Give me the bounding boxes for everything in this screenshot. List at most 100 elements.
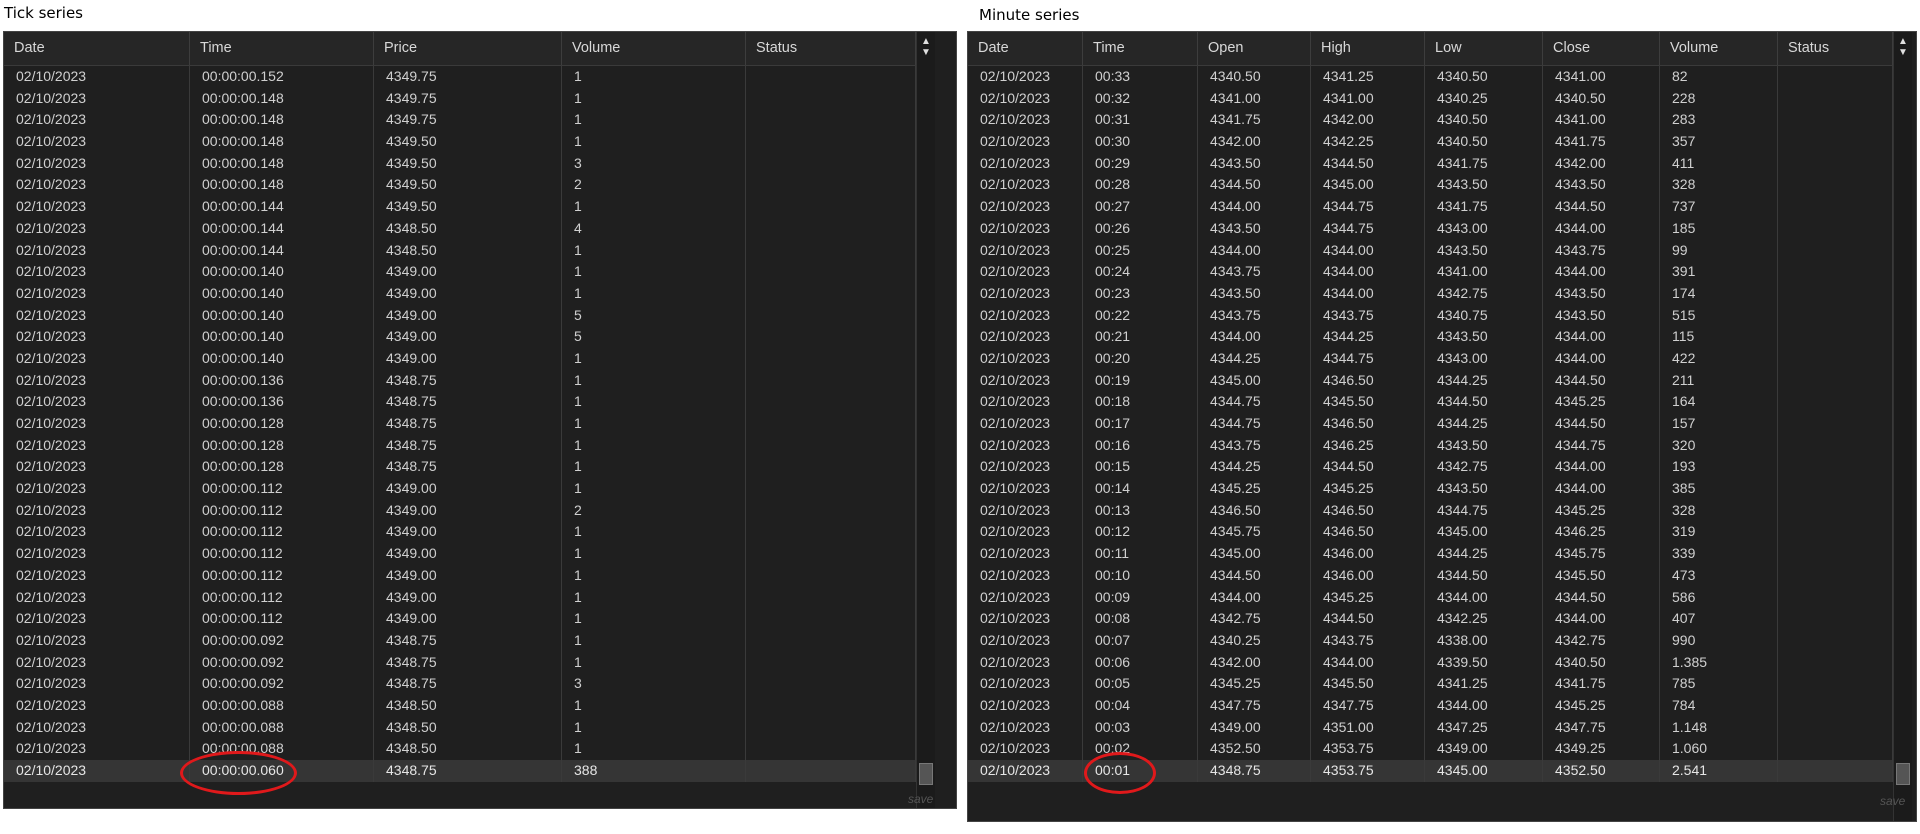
table-row[interactable]: 02/10/2023 00:00:00.148 4349.50 1	[4, 131, 916, 153]
column-header-low[interactable]: Low	[1425, 32, 1543, 65]
table-row[interactable]: 02/10/2023 00:00:00.088 4348.50 1	[4, 716, 916, 739]
cell-date: 02/10/2023	[968, 651, 1083, 674]
cell-time: 00:00:00.140	[190, 282, 374, 305]
table-row[interactable]: 02/10/2023 00:10 4344.50 4346.00 4344.50 4345…	[968, 564, 1893, 587]
table-row[interactable]: 02/10/2023 00:13 4346.50 4346.50 4344.75 4345…	[968, 499, 1893, 522]
table-row[interactable]: 02/10/2023 00:00:00.144 4349.50 1	[4, 196, 916, 218]
table-row[interactable]: 02/10/2023 00:04 4347.75 4347.75 4344.00 4345…	[968, 694, 1893, 717]
scroll-up-down-icon[interactable]: ▲ ▼	[1894, 36, 1912, 58]
minute-vertical-scrollbar[interactable]: ▲ ▼	[1893, 32, 1912, 821]
table-row[interactable]: 02/10/2023 00:00:00.140 4349.00 1	[4, 347, 916, 370]
cell-date: 02/10/2023	[968, 174, 1083, 197]
table-row[interactable]: 02/10/2023 00:00:00.148 4349.75 1	[4, 109, 916, 132]
minute-scroll-thumb[interactable]	[1896, 763, 1910, 785]
table-row[interactable]: 02/10/2023 00:00:00.136 4348.75 1	[4, 369, 916, 392]
column-header-date[interactable]: Date	[968, 32, 1083, 65]
table-row[interactable]: 02/10/2023 00:18 4344.75 4345.50 4344.50 4345…	[968, 391, 1893, 413]
table-row[interactable]: 02/10/2023 00:00:00.088 4348.50 1	[4, 738, 916, 760]
column-header-date[interactable]: Date	[4, 32, 190, 65]
column-header-volume[interactable]: Volume	[562, 32, 746, 65]
table-row[interactable]: 02/10/2023 00:32 4341.00 4341.00 4340.25 4340…	[968, 87, 1893, 110]
cell-status	[1778, 673, 1893, 695]
table-row[interactable]: 02/10/2023 00:00:00.112 4349.00 1	[4, 564, 916, 587]
minute-series-grid[interactable]: Date Time Open High Low Close Volume Status 02/…	[967, 31, 1917, 822]
table-row[interactable]: 02/10/2023 00:22 4343.75 4343.75 4340.75 4343…	[968, 304, 1893, 327]
cell-volume: 1	[562, 564, 746, 587]
table-row[interactable]: 02/10/2023 00:14 4345.25 4345.25 4343.50 4344…	[968, 478, 1893, 500]
table-row[interactable]: 02/10/2023 00:19 4345.00 4346.50 4344.25 4344…	[968, 369, 1893, 392]
column-header-high[interactable]: High	[1311, 32, 1425, 65]
table-row[interactable]: 02/10/2023 00:27 4344.00 4344.75 4341.75 4344…	[968, 196, 1893, 218]
table-row[interactable]: 02/10/2023 00:00:00.148 4349.50 2	[4, 174, 916, 197]
table-row[interactable]: 02/10/2023 00:00:00.128 4348.75 1	[4, 434, 916, 457]
table-row[interactable]: 02/10/2023 00:06 4342.00 4344.00 4339.50 4340…	[968, 651, 1893, 674]
column-header-volume[interactable]: Volume	[1660, 32, 1778, 65]
table-row[interactable]: 02/10/2023 00:00:00.152 4349.75 1	[4, 66, 916, 88]
table-row[interactable]: 02/10/2023 00:00:00.112 4349.00 1	[4, 478, 916, 500]
table-row[interactable]: 02/10/2023 00:29 4343.50 4344.50 4341.75 4342…	[968, 152, 1893, 175]
table-row[interactable]: 02/10/2023 00:00:00.140 4349.00 1	[4, 261, 916, 283]
cell-date: 02/10/2023	[968, 217, 1083, 240]
cell-time: 00:09	[1083, 586, 1198, 609]
table-row[interactable]: 02/10/2023 00:24 4343.75 4344.00 4341.00 4344…	[968, 261, 1893, 283]
table-row[interactable]: 02/10/2023 00:07 4340.25 4343.75 4338.00 4342…	[968, 629, 1893, 652]
table-row[interactable]: 02/10/2023 00:28 4344.50 4345.00 4343.50 4343…	[968, 174, 1893, 197]
column-header-time[interactable]: Time	[1083, 32, 1198, 65]
table-row[interactable]: 02/10/2023 00:17 4344.75 4346.50 4344.25 4344…	[968, 413, 1893, 435]
table-row[interactable]: 02/10/2023 00:00:00.128 4348.75 1	[4, 456, 916, 479]
table-row[interactable]: 02/10/2023 00:00:00.148 4349.75 1	[4, 87, 916, 110]
table-row[interactable]: 02/10/2023 00:09 4344.00 4345.25 4344.00 4344…	[968, 586, 1893, 609]
table-row[interactable]: 02/10/2023 00:03 4349.00 4351.00 4347.25 4347…	[968, 716, 1893, 739]
table-row[interactable]: 02/10/2023 00:00:00.140 4349.00 5	[4, 304, 916, 327]
table-row[interactable]: 02/10/2023 00:00:00.092 4348.75 3	[4, 673, 916, 695]
tick-series-grid[interactable]: Date Time Price Volume Status 02/10/2023 00:0…	[3, 31, 957, 809]
table-row[interactable]: 02/10/2023 00:00:00.148 4349.50 3	[4, 152, 916, 175]
column-header-open[interactable]: Open	[1198, 32, 1311, 65]
table-row[interactable]: 02/10/2023 00:05 4345.25 4345.50 4341.25 4341…	[968, 673, 1893, 695]
cell-status	[1778, 66, 1893, 88]
cell-low: 4344.00	[1425, 586, 1543, 609]
column-header-close[interactable]: Close	[1543, 32, 1660, 65]
table-row[interactable]: 02/10/2023 00:00:00.112 4349.00 1	[4, 608, 916, 630]
cell-open: 4342.00	[1198, 131, 1311, 153]
table-row[interactable]: 02/10/2023 00:00:00.112 4349.00 1	[4, 521, 916, 544]
table-row[interactable]: 02/10/2023 00:00:00.092 4348.75 1	[4, 629, 916, 652]
minute-save-label[interactable]: save	[1880, 794, 1905, 808]
table-row[interactable]: 02/10/2023 00:00:00.144 4348.50 4	[4, 217, 916, 240]
tick-vertical-scrollbar[interactable]: ▲ ▼	[916, 32, 935, 808]
table-row[interactable]: 02/10/2023 00:15 4344.25 4344.50 4342.75 4344…	[968, 456, 1893, 479]
column-header-time[interactable]: Time	[190, 32, 374, 65]
table-row[interactable]: 02/10/2023 00:12 4345.75 4346.50 4345.00 4346…	[968, 521, 1893, 544]
table-row[interactable]: 02/10/2023 00:08 4342.75 4344.50 4342.25 4344…	[968, 608, 1893, 630]
table-row[interactable]: 02/10/2023 00:00:00.112 4349.00 1	[4, 543, 916, 565]
tick-save-label[interactable]: save	[908, 792, 933, 806]
column-header-status[interactable]: Status	[746, 32, 916, 65]
table-row[interactable]: 02/10/2023 00:21 4344.00 4344.25 4343.50 4344…	[968, 326, 1893, 348]
table-row[interactable]: 02/10/2023 00:26 4343.50 4344.75 4343.00 4344…	[968, 217, 1893, 240]
table-row[interactable]: 02/10/2023 00:00:00.136 4348.75 1	[4, 391, 916, 413]
column-header-status[interactable]: Status	[1778, 32, 1893, 65]
table-row[interactable]: 02/10/2023 00:00:00.140 4349.00 5	[4, 326, 916, 348]
table-row[interactable]: 02/10/2023 00:00:00.144 4348.50 1	[4, 239, 916, 262]
table-row[interactable]: 02/10/2023 00:00:00.088 4348.50 1	[4, 694, 916, 717]
tick-scroll-thumb[interactable]	[919, 763, 933, 785]
table-row[interactable]: 02/10/2023 00:00:00.112 4349.00 2	[4, 499, 916, 522]
table-row[interactable]: 02/10/2023 00:30 4342.00 4342.25 4340.50 4341…	[968, 131, 1893, 153]
table-row[interactable]: 02/10/2023 00:25 4344.00 4344.00 4343.50 4343…	[968, 239, 1893, 262]
cell-status	[746, 261, 916, 283]
table-row[interactable]: 02/10/2023 00:16 4343.75 4346.25 4343.50 4344…	[968, 434, 1893, 457]
cell-open: 4341.00	[1198, 87, 1311, 110]
table-row[interactable]: 02/10/2023 00:33 4340.50 4341.25 4340.50 4341…	[968, 66, 1893, 88]
table-row[interactable]: 02/10/2023 00:00:00.128 4348.75 1	[4, 413, 916, 435]
table-row[interactable]: 02/10/2023 00:00:00.140 4349.00 1	[4, 282, 916, 305]
table-row[interactable]: 02/10/2023 00:00:00.092 4348.75 1	[4, 651, 916, 674]
cell-status	[746, 564, 916, 587]
table-row[interactable]: 02/10/2023 00:31 4341.75 4342.00 4340.50 4341…	[968, 109, 1893, 132]
table-row[interactable]: 02/10/2023 00:20 4344.25 4344.75 4343.00 4344…	[968, 347, 1893, 370]
table-row[interactable]: 02/10/2023 00:11 4345.00 4346.00 4344.25 4345…	[968, 543, 1893, 565]
table-row[interactable]: 02/10/2023 00:00:00.060 4348.75 388	[4, 760, 916, 782]
column-header-price[interactable]: Price	[374, 32, 562, 65]
table-row[interactable]: 02/10/2023 00:00:00.112 4349.00 1	[4, 586, 916, 609]
scroll-up-down-icon[interactable]: ▲ ▼	[917, 36, 935, 58]
table-row[interactable]: 02/10/2023 00:23 4343.50 4344.00 4342.75 4343…	[968, 282, 1893, 305]
